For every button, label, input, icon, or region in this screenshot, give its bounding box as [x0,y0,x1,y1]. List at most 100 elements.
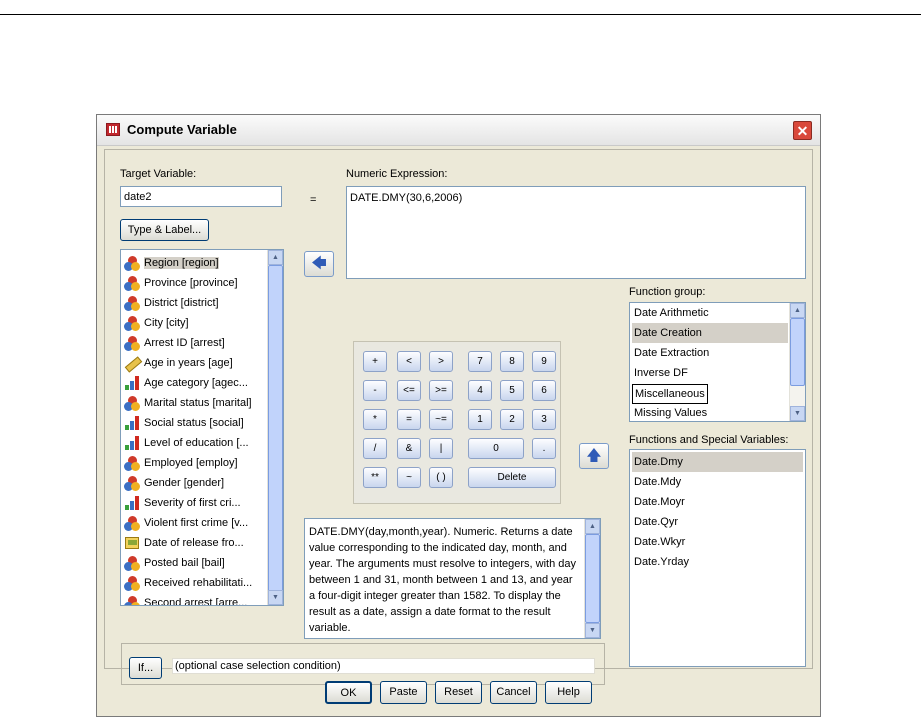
nominal-icon [124,515,140,531]
variable-label: Age category [agec... [144,377,248,389]
function-item[interactable]: Date.Qyr [632,512,803,532]
scroll-up-icon[interactable]: ▲ [790,303,805,318]
calc-key[interactable]: ~= [429,409,453,430]
calc-key[interactable]: . [532,438,556,459]
variable-list-item[interactable]: Arrest ID [arrest] [124,333,225,353]
variable-list-item[interactable]: Age category [agec... [124,373,248,393]
calc-key[interactable]: > [429,351,453,372]
scroll-thumb[interactable] [585,534,600,623]
calc-key[interactable]: / [363,438,387,459]
move-to-expression-button[interactable]: 🡄 [304,251,334,277]
close-button[interactable]: ✕ [793,121,812,140]
calc-key[interactable]: ( ) [429,467,453,488]
if-section: If... (optional case selection condition… [121,643,605,685]
up-arrow-icon: 🡅 [586,447,602,464]
function-group-list[interactable]: Date Arithmetic Date Creation Date Extract… [629,302,806,422]
variable-label: Employed [employ] [144,457,238,469]
scroll-down-icon[interactable]: ▼ [790,406,805,421]
calc-key[interactable]: 8 [500,351,524,372]
ordinal-icon [124,415,140,431]
scroll-up-icon[interactable]: ▲ [268,250,283,265]
description-scrollbar[interactable]: ▲ ▼ [584,519,600,638]
reset-button[interactable]: Reset [435,681,482,704]
variable-label: Province [province] [144,277,238,289]
calc-key[interactable]: + [363,351,387,372]
variable-label: Arrest ID [arrest] [144,337,225,349]
variable-list-item[interactable]: Violent first crime [v... [124,513,248,533]
scroll-up-icon[interactable]: ▲ [585,519,600,534]
if-button[interactable]: If... [129,657,162,679]
variable-list-item[interactable]: Second arrest [arre... [124,593,247,605]
variable-list-item[interactable]: Region [region] [124,253,219,273]
calc-key[interactable]: * [363,409,387,430]
variable-list[interactable]: Region [region] Province [province] Distri… [120,249,284,606]
variable-label: Posted bail [bail] [144,557,225,569]
function-group-item[interactable]: Date Arithmetic [632,303,711,323]
calc-key[interactable]: 2 [500,409,524,430]
variable-list-item[interactable]: Employed [employ] [124,453,238,473]
paste-button[interactable]: Paste [380,681,427,704]
function-group-item[interactable]: Miscellaneous [632,384,708,404]
function-group-item[interactable]: Missing Values [632,403,709,421]
function-item[interactable]: Date.Yrday [632,552,803,572]
variable-label: Social status [social] [144,417,244,429]
nominal-icon [124,595,140,605]
scroll-thumb[interactable] [790,318,805,386]
variable-list-item[interactable]: Age in years [age] [124,353,233,373]
type-label-button[interactable]: Type & Label... [120,219,209,241]
nominal-icon [124,475,140,491]
function-item[interactable]: Date.Mdy [632,472,803,492]
variable-list-item[interactable]: District [district] [124,293,219,313]
calc-key[interactable]: | [429,438,453,459]
calc-key[interactable]: ** [363,467,387,488]
variable-list-item[interactable]: Severity of first cri... [124,493,241,513]
function-group-item[interactable]: Inverse DF [632,363,690,383]
calc-key[interactable]: - [363,380,387,401]
calc-key[interactable]: 7 [468,351,492,372]
calc-key[interactable]: <= [397,380,421,401]
nominal-icon [124,295,140,311]
function-group-item[interactable]: Date Extraction [632,343,711,363]
target-variable-input[interactable] [120,186,282,207]
numeric-expression-input[interactable]: DATE.DMY(30,6,2006) [346,186,806,279]
scroll-down-icon[interactable]: ▼ [585,623,600,638]
variable-list-item[interactable]: Marital status [marital] [124,393,252,413]
calc-key[interactable]: 0 [468,438,524,459]
cancel-button[interactable]: Cancel [490,681,537,704]
variable-list-scrollbar[interactable]: ▲ ▼ [267,250,283,605]
function-item[interactable]: Date.Dmy [632,452,803,472]
calc-key[interactable]: & [397,438,421,459]
calc-key[interactable]: 5 [500,380,524,401]
variable-list-item[interactable]: Posted bail [bail] [124,553,225,573]
calc-key[interactable]: >= [429,380,453,401]
function-item[interactable]: Date.Moyr [632,492,803,512]
function-group-scrollbar[interactable]: ▲ ▼ [789,303,805,421]
variable-list-item[interactable]: Province [province] [124,273,238,293]
variable-list-item[interactable]: Level of education [... [124,433,249,453]
calc-key[interactable]: ~ [397,467,421,488]
variable-list-item[interactable]: Date of release fro... [124,533,244,553]
scroll-thumb[interactable] [268,265,283,592]
calc-key[interactable]: Delete [468,467,556,488]
calc-key[interactable]: 4 [468,380,492,401]
function-item[interactable]: Date.Wkyr [632,532,803,552]
move-function-up-button[interactable]: 🡅 [579,443,609,469]
calc-key[interactable]: 1 [468,409,492,430]
left-arrow-icon: 🡄 [311,255,327,272]
calc-key[interactable]: < [397,351,421,372]
variable-list-item[interactable]: Received rehabilitati... [124,573,252,593]
variable-list-item[interactable]: Gender [gender] [124,473,224,493]
calc-key[interactable]: 3 [532,409,556,430]
functions-list[interactable]: Date.Dmy Date.Mdy Date.Moyr Date.Qyr Date.Wk… [629,449,806,667]
variable-list-item[interactable]: City [city] [124,313,189,333]
help-button[interactable]: Help [545,681,592,704]
calc-key[interactable]: 6 [532,380,556,401]
nominal-icon [124,555,140,571]
function-group-item[interactable]: Date Creation [632,323,788,343]
calc-key[interactable]: 9 [532,351,556,372]
title-bar[interactable]: Compute Variable ✕ [97,115,820,146]
scroll-down-icon[interactable]: ▼ [268,590,283,605]
variable-list-item[interactable]: Social status [social] [124,413,244,433]
ok-button[interactable]: OK [325,681,372,704]
calc-key[interactable]: = [397,409,421,430]
